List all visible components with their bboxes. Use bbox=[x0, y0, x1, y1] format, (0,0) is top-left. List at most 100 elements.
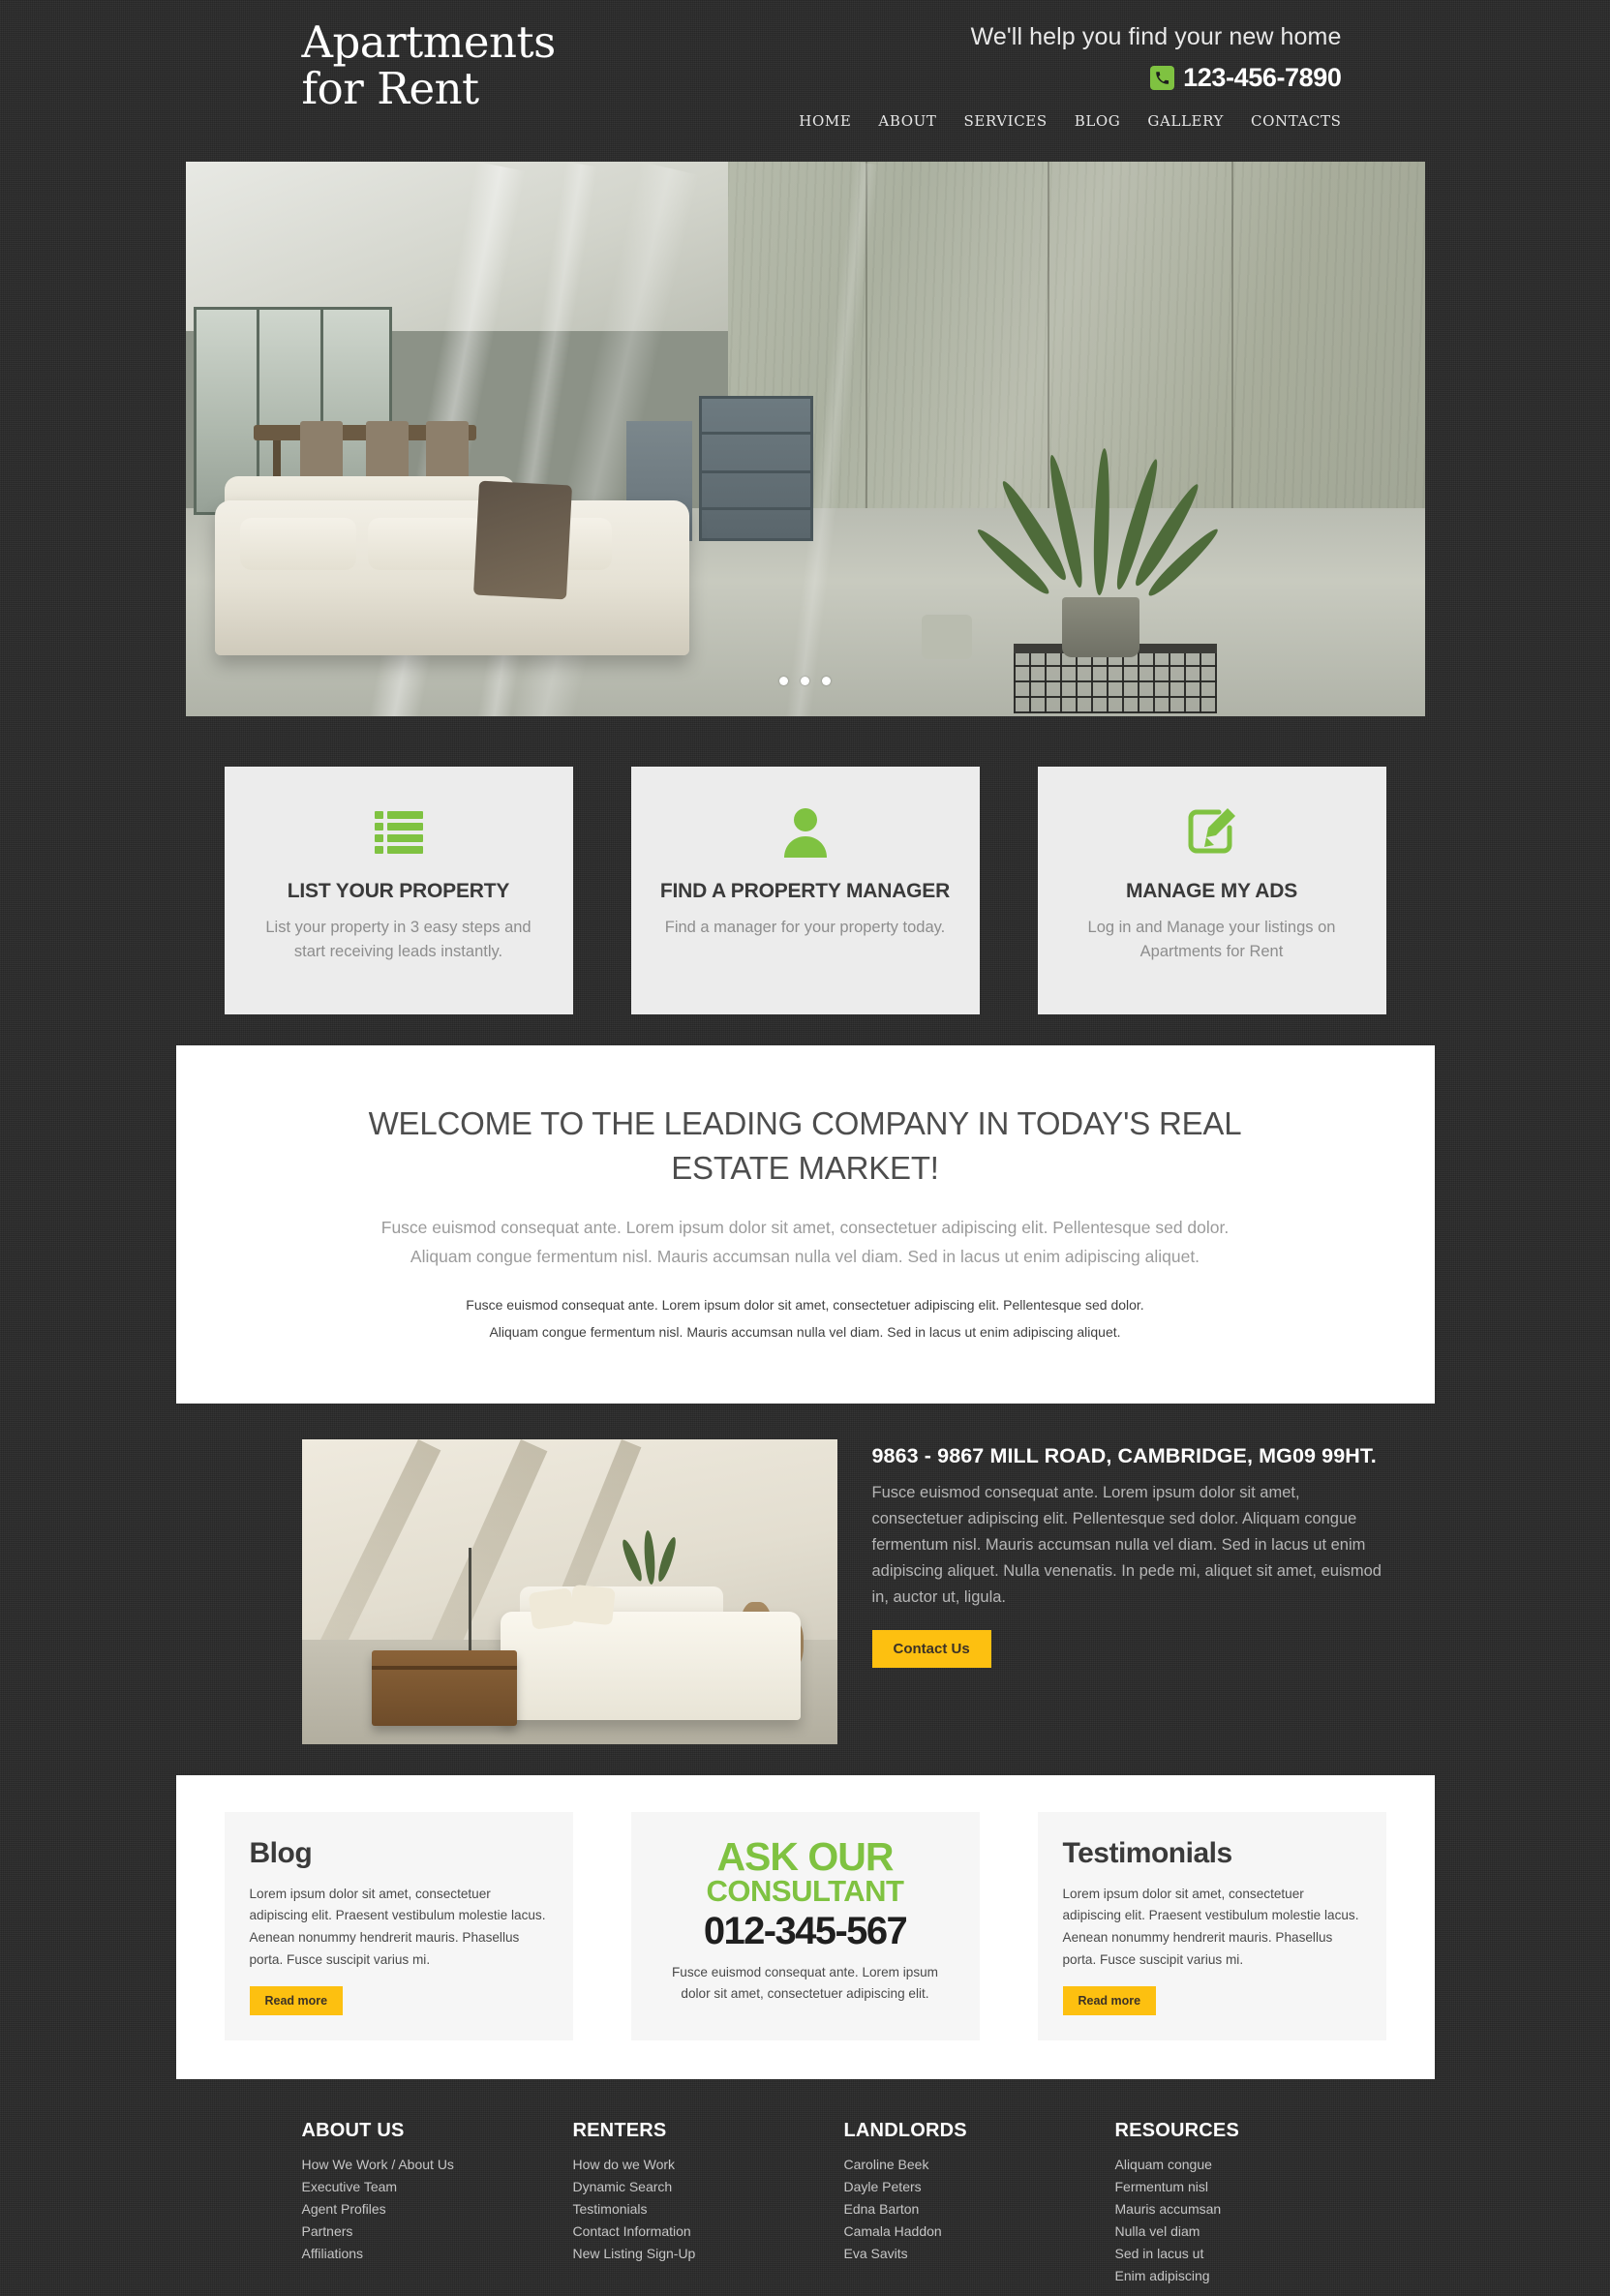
blog-title: Blog bbox=[249, 1836, 313, 1869]
list-item: Eva Savits bbox=[844, 2246, 1115, 2263]
footer-column-renters: RENTERS How do we Work Dynamic Search Te… bbox=[573, 2120, 844, 2290]
footer-link-list: Caroline Beek Dayle Peters Edna Barton C… bbox=[844, 2157, 1115, 2263]
footer-link[interactable]: Partners bbox=[302, 2223, 353, 2239]
footer-link[interactable]: How do we Work bbox=[573, 2157, 676, 2172]
list-item: Dynamic Search bbox=[573, 2179, 844, 2196]
list-item: Partners bbox=[302, 2223, 573, 2241]
nav-item-gallery[interactable]: GALLERY bbox=[1147, 112, 1224, 130]
contact-us-button[interactable]: Contact Us bbox=[871, 1629, 991, 1668]
panel-testimonials: Testimonials Lorem ipsum dolor sit amet,… bbox=[1037, 1811, 1386, 2041]
user-icon bbox=[658, 805, 953, 860]
footer-link[interactable]: Dayle Peters bbox=[844, 2179, 922, 2194]
property-info: 9863 - 9867 MILL ROAD, CAMBRIDGE, MG09 9… bbox=[871, 1439, 1386, 1744]
list-item: Agent Profiles bbox=[302, 2201, 573, 2219]
site-header: Apartments for Rent We'll help you find … bbox=[225, 0, 1386, 162]
footer-link[interactable]: Sed in lacus ut bbox=[1115, 2246, 1204, 2261]
footer-link[interactable]: Aliquam congue bbox=[1115, 2157, 1212, 2172]
header-phone[interactable]: 123-456-7890 bbox=[799, 63, 1342, 93]
nav-item-home[interactable]: HOME bbox=[799, 112, 851, 130]
footer-column-landlords: LANDLORDS Caroline Beek Dayle Peters Edn… bbox=[844, 2120, 1115, 2290]
footer-link[interactable]: Affiliations bbox=[302, 2246, 364, 2261]
slider-dot-3[interactable] bbox=[822, 677, 831, 685]
feature-title: LIST YOUR PROPERTY bbox=[287, 880, 510, 902]
nav-item-blog[interactable]: BLOG bbox=[1075, 112, 1121, 130]
list-item: Testimonials bbox=[573, 2201, 844, 2219]
list-item: Fermentum nisl bbox=[1115, 2179, 1386, 2196]
hero-slider[interactable] bbox=[185, 162, 1425, 716]
feature-card-manage-my-ads[interactable]: MANAGE MY ADS Log in and Manage your lis… bbox=[1037, 767, 1386, 1014]
property-image bbox=[301, 1438, 837, 1744]
hero-image bbox=[185, 162, 1425, 716]
testimonials-read-more-button[interactable]: Read more bbox=[1062, 1986, 1157, 2016]
feature-card-find-a-property-manager[interactable]: FIND A PROPERTY MANAGER Find a manager f… bbox=[630, 767, 980, 1014]
blog-read-more-button[interactable]: Read more bbox=[249, 1986, 344, 2016]
footer-link[interactable]: Contact Information bbox=[573, 2223, 691, 2239]
footer-link[interactable]: Testimonials bbox=[573, 2201, 648, 2217]
page-root: Apartments for Rent We'll help you find … bbox=[0, 0, 1610, 2296]
nav-item-services[interactable]: SERVICES bbox=[963, 112, 1047, 130]
footer-link-list: How do we Work Dynamic Search Testimonia… bbox=[573, 2157, 844, 2263]
footer-link[interactable]: Caroline Beek bbox=[844, 2157, 929, 2172]
property-section: 9863 - 9867 MILL ROAD, CAMBRIDGE, MG09 9… bbox=[225, 1438, 1386, 1744]
nav-item-contacts[interactable]: CONTACTS bbox=[1251, 112, 1341, 130]
logo-line-1: Apartments bbox=[301, 16, 557, 68]
footer-link[interactable]: Executive Team bbox=[302, 2179, 398, 2194]
welcome-lead-text: Fusce euismod consequat ante. Lorem ipsu… bbox=[380, 1218, 1230, 1267]
slider-dot-1[interactable] bbox=[779, 677, 788, 685]
consultant-text: Fusce euismod consequat ante. Lorem ipsu… bbox=[671, 1964, 939, 2002]
consultant-title-line-2: CONSULTANT bbox=[706, 1874, 904, 1909]
list-item: How do we Work bbox=[573, 2157, 844, 2174]
footer-heading: RENTERS bbox=[572, 2120, 667, 2142]
slider-pagination[interactable] bbox=[186, 677, 1425, 685]
list-item: Nulla vel diam bbox=[1115, 2223, 1386, 2241]
site-logo[interactable]: Apartments for Rent bbox=[225, 14, 557, 114]
feature-card-list-your-property[interactable]: LIST YOUR PROPERTY List your property in… bbox=[224, 767, 573, 1014]
list-item: Mauris accumsan bbox=[1115, 2201, 1386, 2219]
footer-link[interactable]: Agent Profiles bbox=[302, 2201, 386, 2217]
footer-link[interactable]: Nulla vel diam bbox=[1115, 2223, 1200, 2239]
testimonials-title: Testimonials bbox=[1062, 1836, 1233, 1869]
consultant-phone-number: 012-345-567 bbox=[703, 1909, 908, 1952]
feature-text: List your property in 3 easy steps and s… bbox=[265, 918, 532, 961]
list-item: Dayle Peters bbox=[844, 2179, 1115, 2196]
footer-link[interactable]: Camala Haddon bbox=[844, 2223, 942, 2239]
footer-link[interactable]: How We Work / About Us bbox=[302, 2157, 454, 2172]
list-item: Edna Barton bbox=[844, 2201, 1115, 2219]
footer-link[interactable]: Mauris accumsan bbox=[1115, 2201, 1222, 2217]
site-footer: ABOUT US How We Work / About Us Executiv… bbox=[225, 2120, 1386, 2290]
list-item: Caroline Beek bbox=[844, 2157, 1115, 2174]
list-item: Enim adipiscing bbox=[1115, 2268, 1386, 2285]
list-item: Sed in lacus ut bbox=[1115, 2246, 1386, 2263]
footer-link[interactable]: Eva Savits bbox=[844, 2246, 908, 2261]
nav-item-about[interactable]: ABOUT bbox=[878, 112, 936, 130]
phone-number: 123-456-7890 bbox=[1183, 63, 1342, 92]
feature-text: Find a manager for your property today. bbox=[664, 918, 946, 936]
footer-link[interactable]: New Listing Sign-Up bbox=[573, 2246, 696, 2261]
welcome-small-text-2: Aliquam congue fermentum nisl. Mauris ac… bbox=[489, 1323, 1121, 1340]
logo-line-2: for Rent bbox=[301, 62, 480, 114]
bottom-panels: Blog Lorem ipsum dolor sit amet, consect… bbox=[175, 1774, 1435, 2080]
list-item: Executive Team bbox=[302, 2179, 573, 2196]
footer-heading: RESOURCES bbox=[1114, 2120, 1239, 2142]
list-item: Camala Haddon bbox=[844, 2223, 1115, 2241]
footer-heading: ABOUT US bbox=[301, 2120, 405, 2142]
panel-consultant: ASK OUR CONSULTANT 012-345-567 Fusce eui… bbox=[630, 1811, 980, 2041]
phone-icon bbox=[1150, 66, 1175, 90]
list-item: New Listing Sign-Up bbox=[573, 2246, 844, 2263]
footer-link[interactable]: Fermentum nisl bbox=[1115, 2179, 1208, 2194]
footer-link-list: How We Work / About Us Executive Team Ag… bbox=[302, 2157, 573, 2263]
slider-dot-2[interactable] bbox=[801, 677, 809, 685]
welcome-panel: WELCOME TO THE LEADING COMPANY IN TODAY'… bbox=[175, 1045, 1435, 1404]
consultant-title-line-1: ASK OUR bbox=[716, 1833, 894, 1879]
list-item: How We Work / About Us bbox=[302, 2157, 573, 2174]
footer-column-about-us: ABOUT US How We Work / About Us Executiv… bbox=[302, 2120, 573, 2290]
footer-link[interactable]: Enim adipiscing bbox=[1115, 2268, 1210, 2283]
feature-title: MANAGE MY ADS bbox=[1125, 880, 1298, 902]
property-description: Fusce euismod consequat ante. Lorem ipsu… bbox=[871, 1484, 1382, 1606]
welcome-heading: WELCOME TO THE LEADING COMPANY IN TODAY'… bbox=[368, 1105, 1242, 1186]
main-navigation: HOME ABOUT SERVICES BLOG GALLERY CONTACT… bbox=[799, 112, 1341, 130]
header-right: We'll help you find your new home 123-45… bbox=[799, 14, 1385, 130]
feature-text: Log in and Manage your listings on Apart… bbox=[1087, 918, 1336, 961]
footer-link[interactable]: Dynamic Search bbox=[573, 2179, 673, 2194]
footer-link[interactable]: Edna Barton bbox=[844, 2201, 920, 2217]
